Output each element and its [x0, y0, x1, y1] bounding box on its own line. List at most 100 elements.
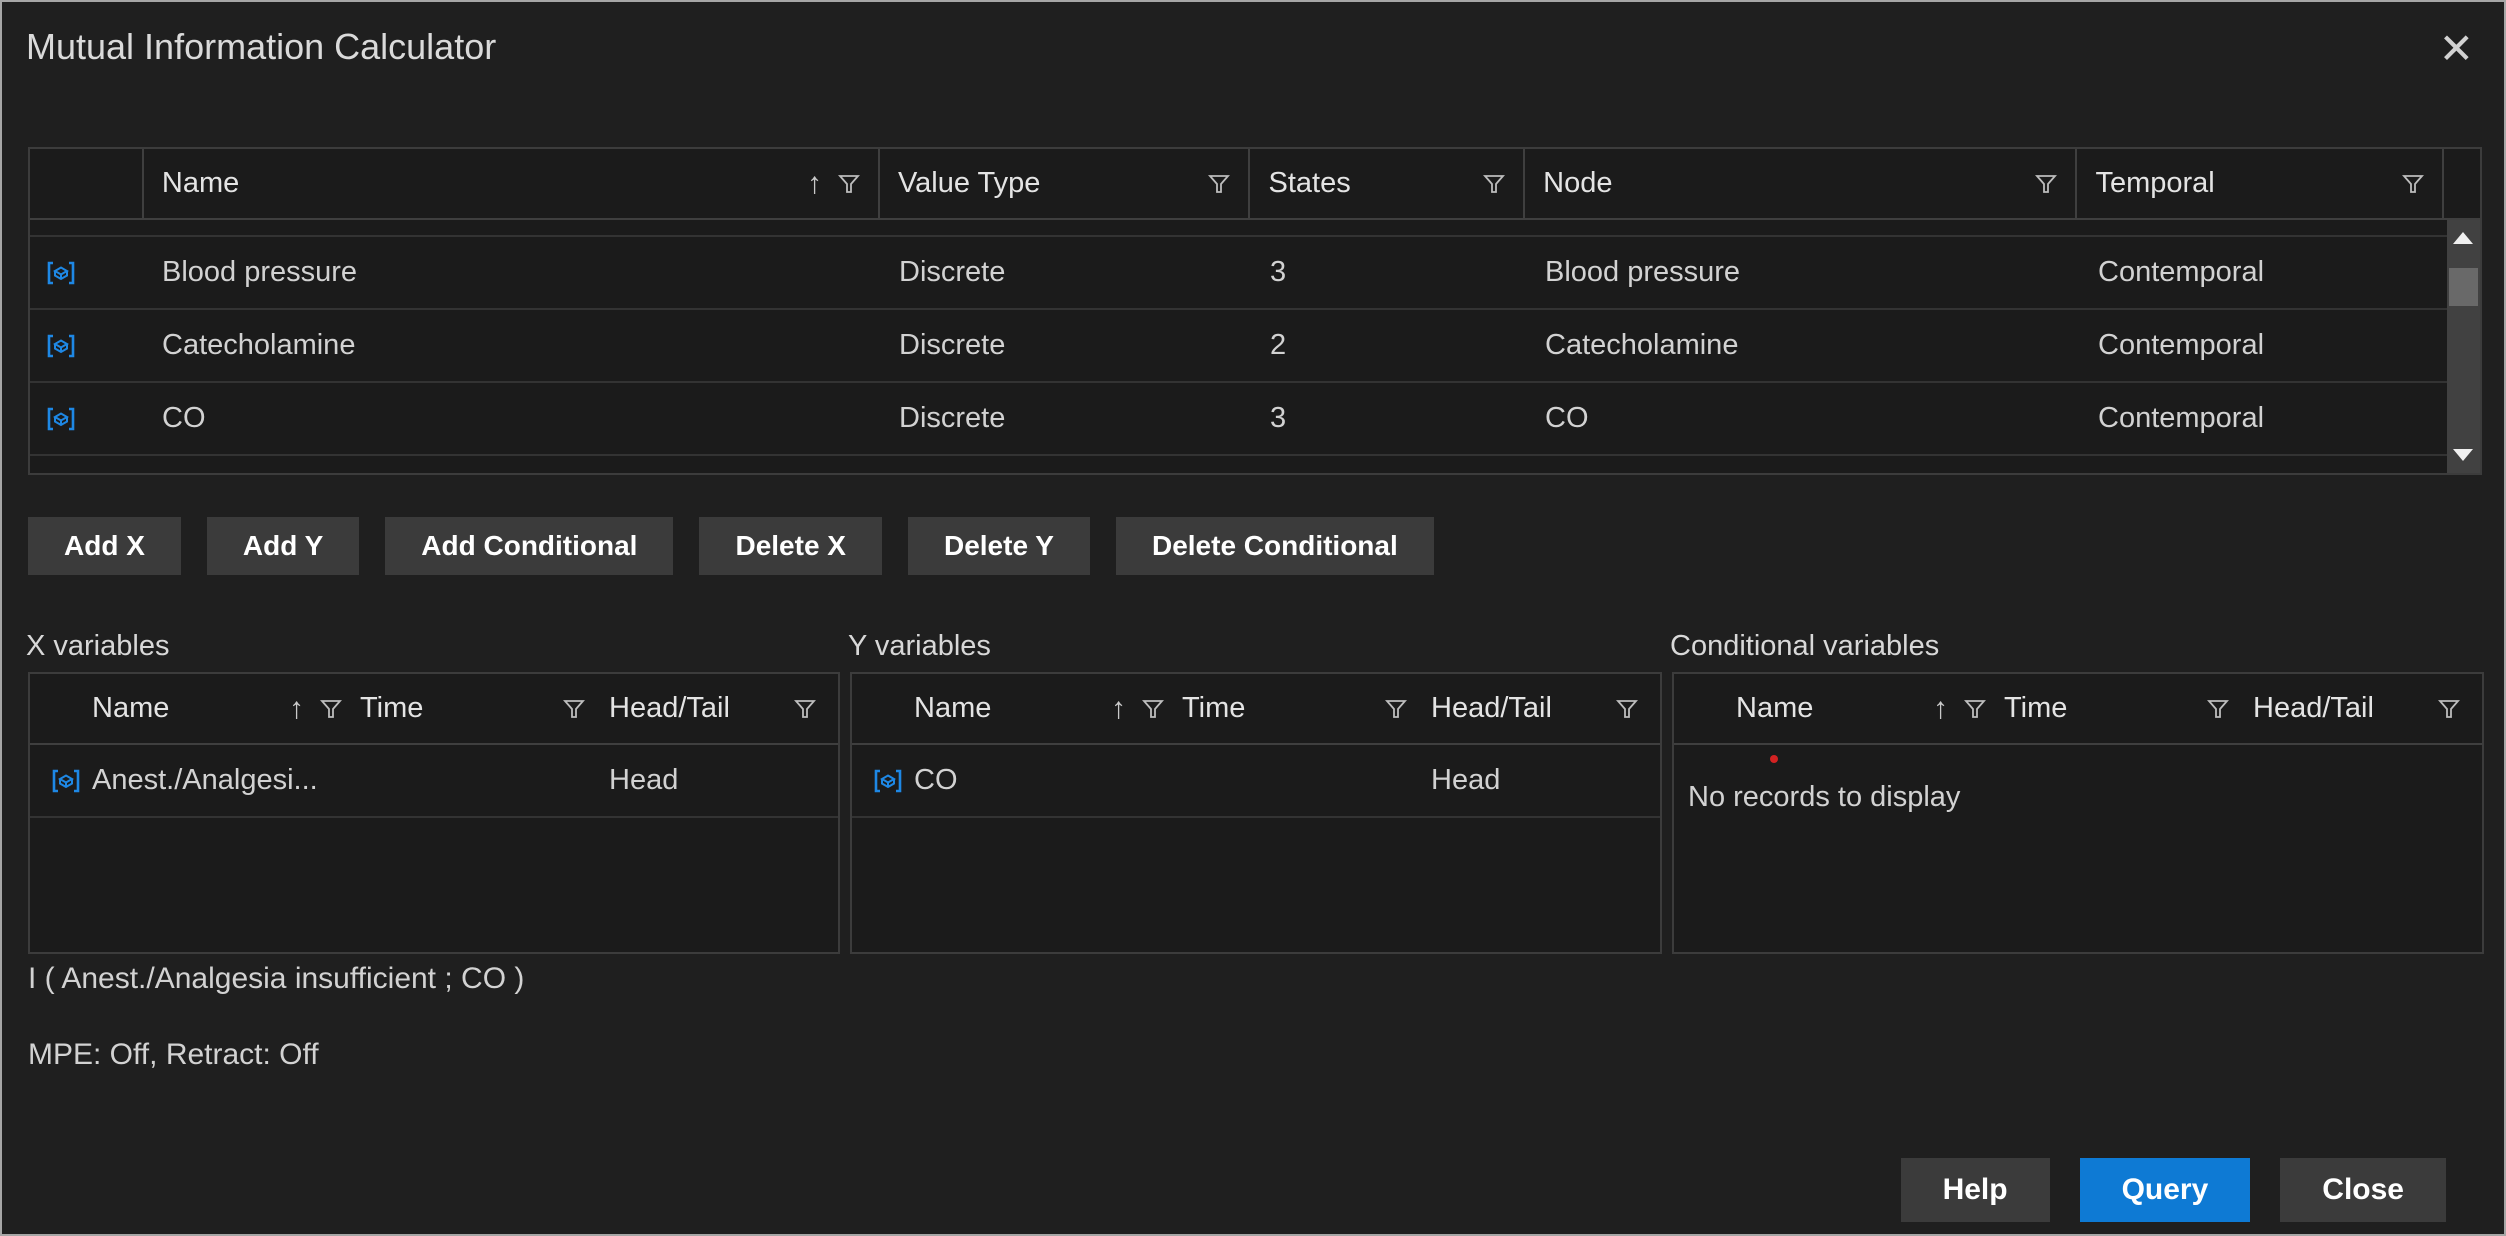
partially-scrolled-row-top[interactable] [30, 220, 2480, 237]
y-header-time[interactable]: Time [1182, 692, 1431, 725]
header-node-label: Node [1543, 167, 1613, 199]
sort-asc-icon[interactable]: ↑ [807, 167, 822, 201]
scroll-up-icon[interactable] [2453, 232, 2473, 244]
cell-head-tail: Head [1431, 764, 1501, 796]
variable-icon [47, 334, 75, 357]
filter-icon[interactable] [2207, 699, 2229, 719]
header-name[interactable]: Name ↑ [144, 149, 880, 218]
variables-table-header: Name ↑ Value Type States Node Temporal [30, 149, 2480, 220]
y-variable-row[interactable]: CO Head [852, 745, 1660, 818]
variable-icon [874, 769, 902, 792]
cell-value-type: Discrete [899, 402, 1006, 434]
mpe-retract-status: MPE: Off, Retract: Off [28, 1038, 319, 1071]
variables-table-body: Blood pressure Discrete 3 Blood pressure… [30, 220, 2480, 456]
action-button-row: Add X Add Y Add Conditional Delete X Del… [28, 517, 1434, 575]
filter-icon[interactable] [794, 699, 816, 719]
y-variables-label: Y variables [848, 630, 991, 662]
conditional-header-head-tail[interactable]: Head/Tail [2253, 692, 2482, 725]
table-row[interactable]: Catecholamine Discrete 2 Catecholamine C… [30, 310, 2480, 383]
red-dot-indicator [1770, 755, 1778, 763]
cell-temporal: Contemporal [2098, 329, 2265, 361]
cell-name: Catecholamine [162, 329, 356, 361]
filter-icon[interactable] [563, 699, 585, 719]
header-states-label: States [1268, 167, 1351, 199]
cell-name: Anest./Analgesi... [92, 764, 318, 796]
cell-temporal: Contemporal [2098, 402, 2265, 434]
mutual-information-calculator-dialog: Mutual Information Calculator ✕ Name ↑ V… [0, 0, 2506, 1236]
cell-name: CO [162, 402, 206, 434]
mutual-information-expression: I ( Anest./Analgesia insufficient ; CO ) [28, 962, 525, 995]
variables-table: Name ↑ Value Type States Node Temporal B… [28, 147, 2482, 475]
no-records-message: No records to display [1674, 745, 2482, 814]
x-header-head-tail[interactable]: Head/Tail [609, 692, 838, 725]
header-temporal-label: Temporal [2095, 167, 2215, 199]
conditional-variables-table: Name ↑ Time Head/Tail No records to disp… [1672, 672, 2484, 954]
cell-name: CO [914, 764, 958, 796]
help-button[interactable]: Help [1900, 1158, 2050, 1222]
add-y-button[interactable]: Add Y [206, 517, 360, 575]
y-header-head-tail[interactable]: Head/Tail [1431, 692, 1660, 725]
filter-icon[interactable] [320, 699, 342, 719]
filter-icon[interactable] [1142, 699, 1164, 719]
x-variables-table: Name ↑ Time Head/Tail Anest./Analgesi...… [28, 672, 840, 954]
header-temporal[interactable]: Temporal [2077, 149, 2444, 218]
conditional-header-name[interactable]: Name ↑ [1674, 692, 2004, 726]
x-header-name[interactable]: Name ↑ [30, 692, 360, 726]
header-value-type-label: Value Type [897, 167, 1041, 199]
delete-conditional-button[interactable]: Delete Conditional [1115, 517, 1434, 575]
conditional-variables-label: Conditional variables [1670, 630, 1940, 662]
filter-icon[interactable] [2438, 699, 2460, 719]
add-conditional-button[interactable]: Add Conditional [385, 517, 674, 575]
variable-icon [47, 261, 75, 284]
cell-node: CO [1545, 402, 1589, 434]
x-variables-label: X variables [26, 630, 170, 662]
filter-icon[interactable] [1208, 174, 1231, 194]
table-row[interactable]: CO Discrete 3 CO Contemporal [30, 383, 2480, 456]
sort-asc-icon[interactable]: ↑ [1111, 692, 1126, 726]
cell-head-tail: Head [609, 764, 679, 796]
y-header-name[interactable]: Name ↑ [852, 692, 1182, 726]
sort-asc-icon[interactable]: ↑ [1933, 692, 1948, 726]
header-value-type[interactable]: Value Type [880, 149, 1251, 218]
header-node[interactable]: Node [1525, 149, 2078, 218]
cell-node: Blood pressure [1545, 256, 1741, 288]
filter-icon[interactable] [837, 174, 860, 194]
table-row[interactable]: Blood pressure Discrete 3 Blood pressure… [30, 237, 2480, 310]
cell-value-type: Discrete [899, 256, 1006, 288]
cell-states: 3 [1270, 256, 1287, 288]
page-title: Mutual Information Calculator [26, 26, 497, 67]
delete-y-button[interactable]: Delete Y [907, 517, 1090, 575]
add-x-button[interactable]: Add X [28, 517, 181, 575]
filter-icon[interactable] [1385, 699, 1407, 719]
close-icon[interactable]: ✕ [2439, 28, 2474, 70]
filter-icon[interactable] [1964, 699, 1986, 719]
vertical-scrollbar[interactable] [2447, 220, 2480, 473]
x-header-time[interactable]: Time [360, 692, 609, 725]
filter-icon[interactable] [2402, 174, 2424, 194]
cell-node: Catecholamine [1545, 329, 1739, 361]
x-variable-row[interactable]: Anest./Analgesi... Head [30, 745, 838, 818]
close-button[interactable]: Close [2280, 1158, 2446, 1222]
header-icon-column [30, 149, 144, 218]
variable-icon [47, 407, 75, 430]
sort-asc-icon[interactable]: ↑ [289, 692, 304, 726]
filter-icon[interactable] [1616, 699, 1638, 719]
scroll-down-icon[interactable] [2453, 449, 2473, 461]
cell-name: Blood pressure [162, 256, 358, 288]
filter-icon[interactable] [2035, 174, 2058, 194]
header-filler [2444, 149, 2480, 218]
header-name-label: Name [161, 167, 240, 199]
cell-states: 2 [1270, 329, 1287, 361]
cell-states: 3 [1270, 402, 1287, 434]
y-variables-table: Name ↑ Time Head/Tail CO Head [850, 672, 1662, 954]
conditional-header-time[interactable]: Time [2004, 692, 2253, 725]
delete-x-button[interactable]: Delete X [699, 517, 882, 575]
cell-value-type: Discrete [899, 329, 1006, 361]
query-button[interactable]: Query [2079, 1158, 2251, 1222]
scrollbar-thumb[interactable] [2449, 268, 2478, 306]
header-states[interactable]: States [1250, 149, 1526, 218]
filter-icon[interactable] [1483, 174, 1506, 194]
cell-temporal: Contemporal [2098, 256, 2265, 288]
footer-button-row: Help Query Close [1900, 1158, 2446, 1222]
variable-icon [52, 769, 80, 792]
